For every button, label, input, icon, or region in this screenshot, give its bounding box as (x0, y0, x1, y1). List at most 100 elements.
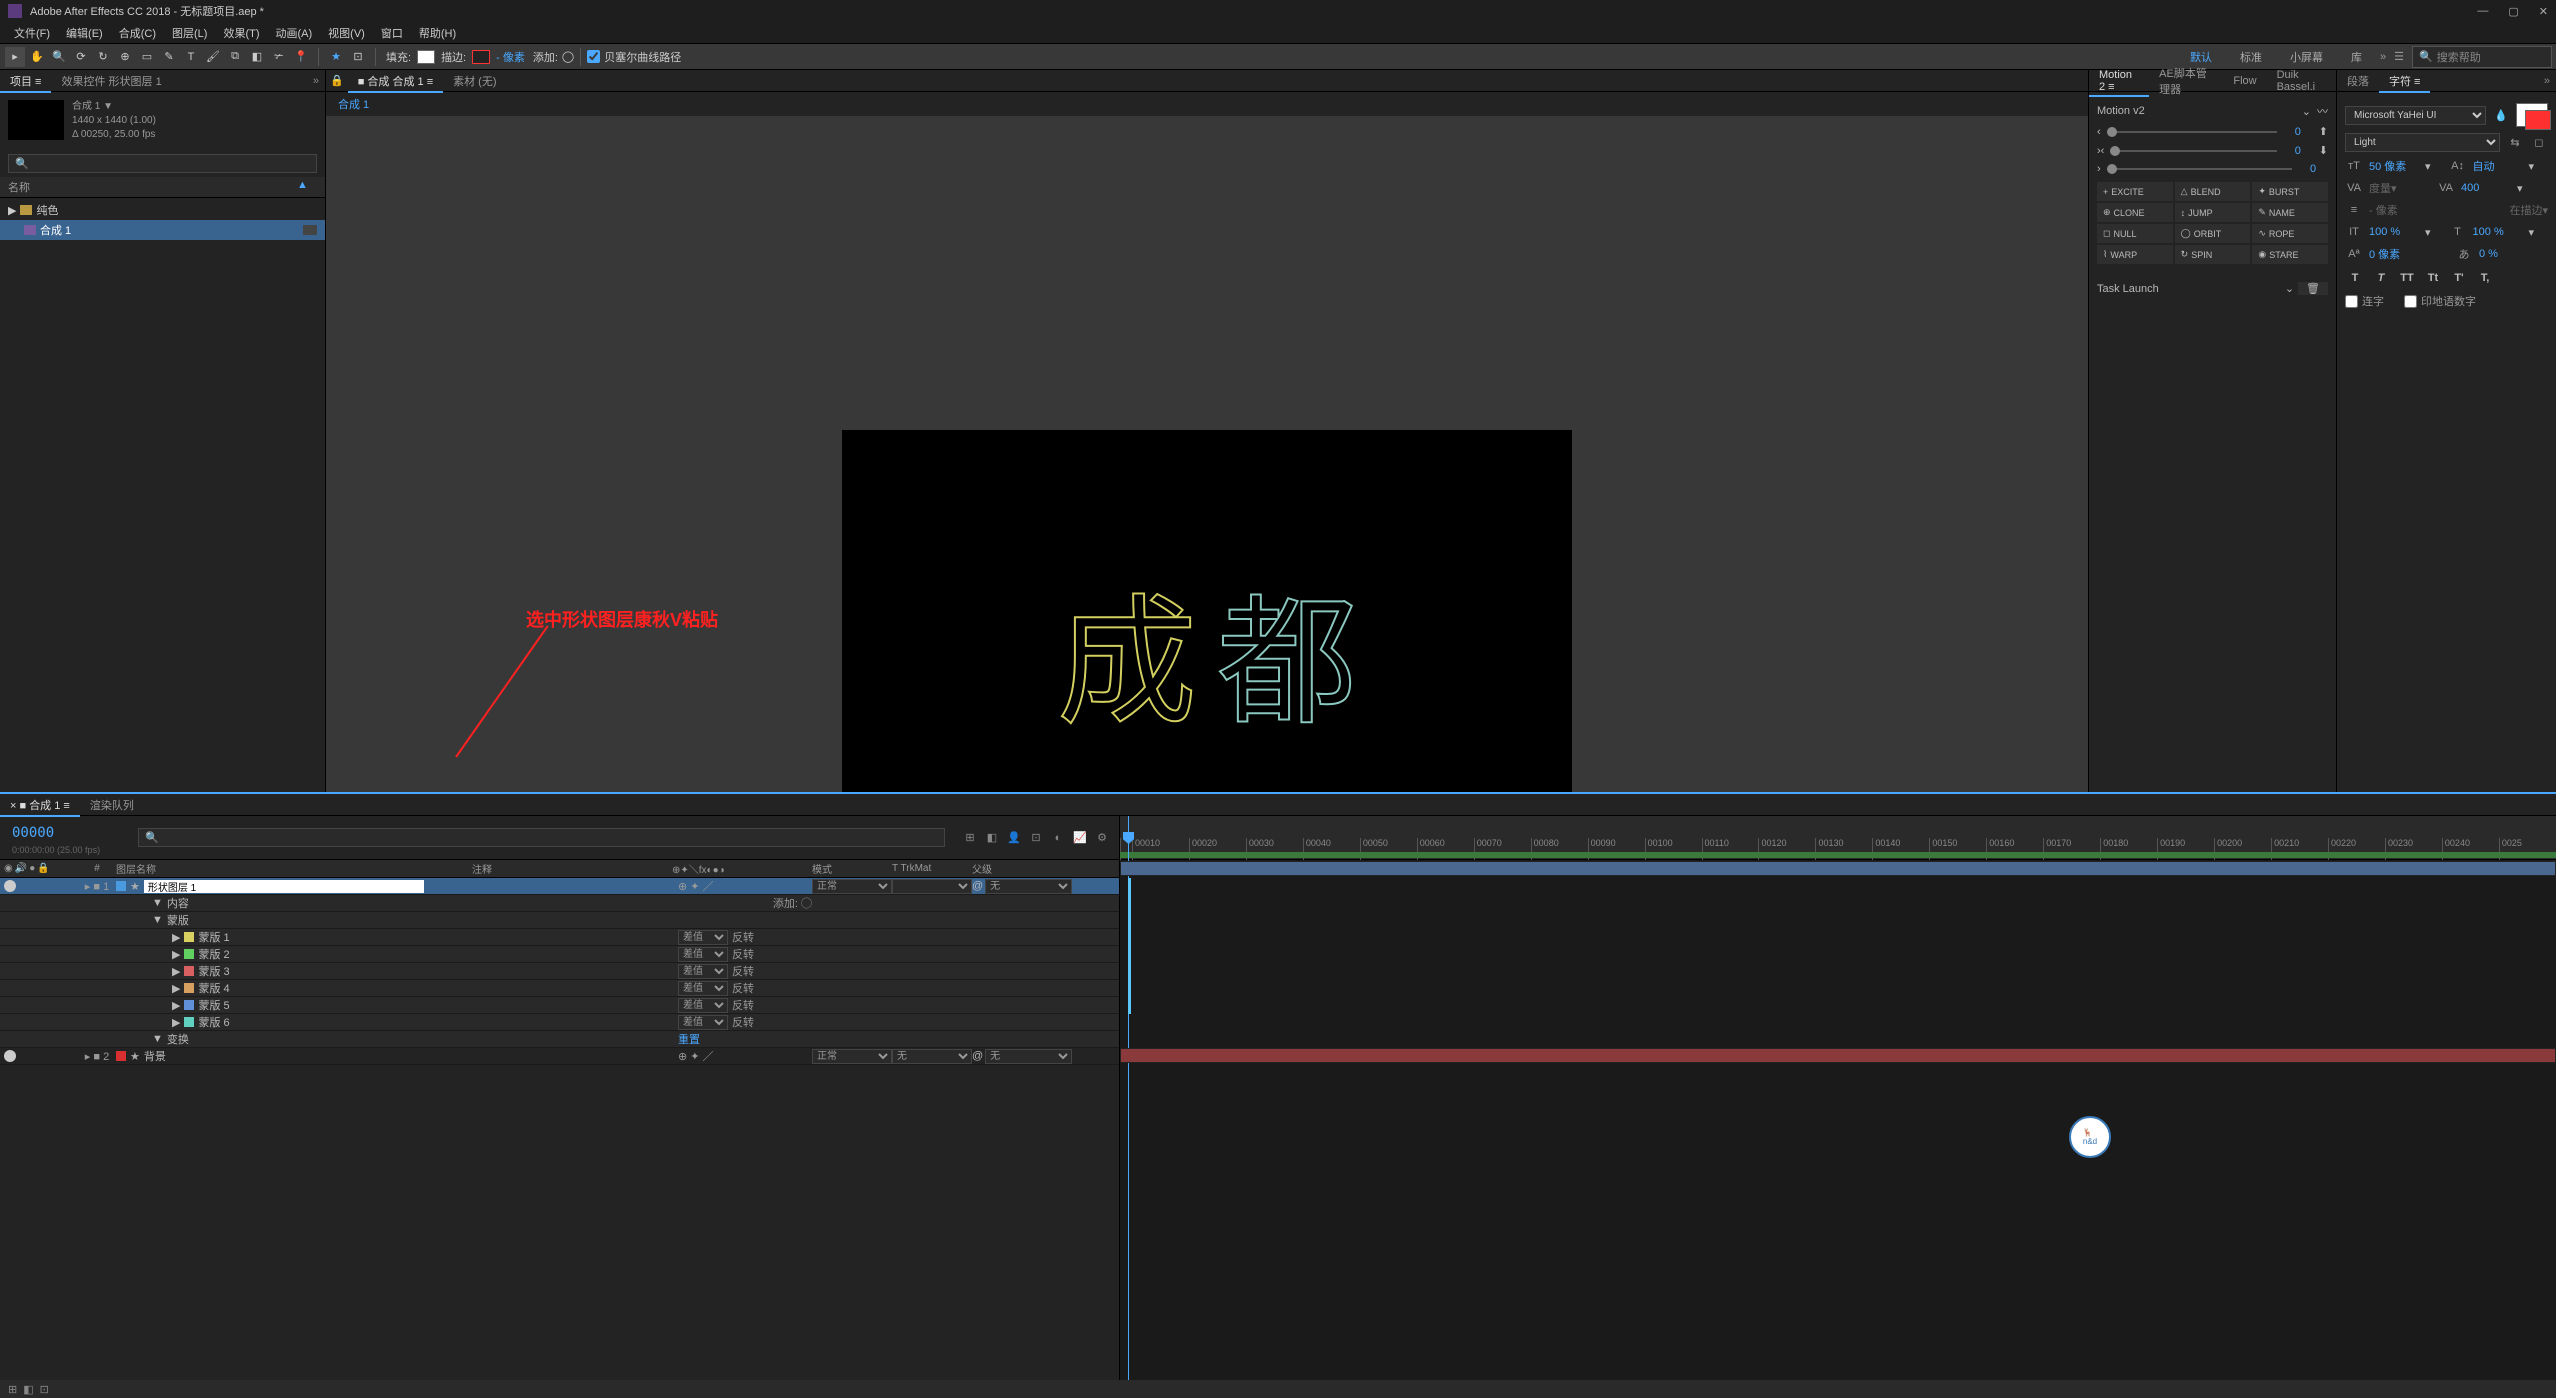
leading-dropdown[interactable]: ▾ (2529, 160, 2535, 173)
motion-wave-icon[interactable]: 〰 (2317, 103, 2328, 119)
add-button[interactable]: ◯ (562, 50, 574, 63)
layer-name-cell[interactable]: ▼变换 (112, 1031, 472, 1047)
anchor-icon[interactable]: ⬇ (2319, 144, 2328, 157)
col-audio[interactable]: 🔊 (15, 863, 27, 874)
disclosure[interactable]: ▶ (172, 948, 180, 961)
prev-icon[interactable]: ›‹ (2097, 145, 2104, 157)
superscript-button[interactable]: T' (2449, 269, 2469, 287)
tool-rotate[interactable]: ↻ (93, 47, 113, 67)
draft3d-icon[interactable]: ◧ (983, 830, 1001, 846)
menu-edit[interactable]: 编辑(E) (60, 23, 109, 43)
invert-label[interactable]: 反转 (732, 963, 754, 979)
hindi-check[interactable]: 印地语数字 (2404, 291, 2476, 311)
workspace-library[interactable]: 库 (2341, 47, 2372, 67)
layer-row[interactable]: ▼蒙版 (0, 912, 1119, 929)
leading[interactable]: 自动 (2473, 158, 2523, 174)
close-button[interactable]: ✕ (2539, 5, 2548, 18)
eyedropper-icon[interactable]: 💧 (2492, 107, 2510, 123)
disclosure[interactable]: ▼ (152, 914, 163, 926)
menu-animation[interactable]: 动画(A) (270, 23, 319, 43)
prev-icon[interactable]: ‹ (2097, 126, 2101, 138)
color-chip[interactable] (184, 966, 194, 976)
col-type-icon[interactable]: ▲ (297, 179, 317, 195)
px-label[interactable]: - 像素 (496, 49, 525, 65)
invert-label[interactable]: 反转 (732, 997, 754, 1013)
track-matte[interactable]: 无 (892, 1049, 972, 1064)
workspace-menu[interactable]: ☰ (2394, 50, 2404, 63)
project-comp-item[interactable]: 合成 1 (0, 220, 325, 240)
col-solo[interactable]: ● (29, 863, 35, 874)
invert-label[interactable]: 反转 (732, 946, 754, 962)
slider-1-val[interactable]: 0 (2283, 126, 2313, 138)
tool-hand[interactable]: ✋ (27, 47, 47, 67)
pickwhip-icon[interactable]: @ (972, 880, 983, 892)
btn-burst[interactable]: ✦ BURST (2252, 182, 2328, 201)
col-lock[interactable]: 🔒 (37, 863, 49, 874)
layer-name-cell[interactable]: ▶蒙版 2 (112, 946, 472, 962)
col-trkmat[interactable]: T TrkMat (892, 863, 972, 874)
tool-orbit[interactable]: ⟳ (71, 47, 91, 67)
disclosure-icon[interactable]: ▶ (8, 204, 16, 217)
layer-name-cell[interactable]: ★背景 (112, 1048, 472, 1064)
disclosure[interactable]: ▼ (152, 897, 163, 909)
workspace-standard[interactable]: 标准 (2230, 47, 2272, 67)
layer-bar-1[interactable] (1120, 861, 2556, 876)
stroke-width[interactable]: - 像素 (2369, 202, 2419, 218)
tool-roto[interactable]: ✃ (269, 47, 289, 67)
tool-puppet[interactable]: 📍 (291, 47, 311, 67)
bezier-checkbox[interactable] (587, 50, 600, 63)
hindi-checkbox[interactable] (2404, 295, 2417, 308)
vscale-dropdown[interactable]: ▾ (2425, 226, 2431, 239)
btn-warp[interactable]: ⌇ WARP (2097, 245, 2173, 264)
font-select[interactable]: Microsoft YaHei UI (2345, 106, 2486, 125)
layer-name-cell[interactable]: ▶蒙版 1 (112, 929, 472, 945)
ligature-check[interactable]: 连字 (2345, 291, 2384, 311)
menu-composition[interactable]: 合成(C) (113, 23, 162, 43)
menu-view[interactable]: 视图(V) (322, 23, 371, 43)
layer-name-input[interactable] (144, 880, 424, 893)
color-chip[interactable] (184, 983, 194, 993)
col-mode[interactable]: 模式 (812, 861, 892, 876)
tool-text[interactable]: T (181, 47, 201, 67)
key-marker[interactable] (1128, 878, 1131, 1014)
btn-name[interactable]: ✎ NAME (2252, 203, 2328, 222)
color-chip[interactable] (116, 881, 126, 891)
font-size[interactable]: 50 像素 (2369, 158, 2419, 174)
tab-footage[interactable]: 素材 (无) (443, 70, 506, 92)
layer-name-cell[interactable]: ▶蒙版 3 (112, 963, 472, 979)
btn-orbit[interactable]: ◯ ORBIT (2175, 224, 2251, 243)
mask-mode[interactable]: 差值 (678, 964, 728, 979)
col-comment[interactable]: 注释 (472, 861, 672, 876)
color-chip[interactable] (116, 1051, 126, 1061)
btn-spin[interactable]: ↻ SPIN (2175, 245, 2251, 264)
stroke-icon[interactable]: ◻ (2530, 135, 2548, 151)
disclosure[interactable]: ▶ (172, 982, 180, 995)
tab-duik[interactable]: Duik Bassel.i (2267, 66, 2336, 96)
tab-paragraph[interactable]: 段落 (2337, 70, 2379, 92)
tool-anchor[interactable]: ⊕ (115, 47, 135, 67)
tool-selection[interactable]: ▸ (5, 47, 25, 67)
layer-name-cell[interactable]: ▶蒙版 4 (112, 980, 472, 996)
hscale-dropdown[interactable]: ▾ (2529, 226, 2535, 239)
btn-excite[interactable]: + EXCITE (2097, 182, 2173, 201)
minimize-button[interactable]: — (2477, 5, 2488, 18)
tracking-dropdown[interactable]: ▾ (2517, 182, 2523, 195)
tool-eraser[interactable]: ◧ (247, 47, 267, 67)
timeline-search[interactable]: 🔍 (138, 828, 945, 847)
menu-help[interactable]: 帮助(H) (413, 23, 462, 43)
tab-effect-controls[interactable]: 效果控件 形状图层 1 (51, 70, 171, 92)
kerning[interactable]: 度量▾ (2369, 180, 2419, 196)
tool-pen[interactable]: ✎ (159, 47, 179, 67)
layer-row[interactable]: ▶蒙版 6差值 反转 (0, 1014, 1119, 1031)
graph-editor-icon[interactable]: 📈 (1071, 830, 1089, 846)
col-parent[interactable]: 父级 (972, 861, 1052, 876)
color-chip[interactable] (184, 1017, 194, 1027)
panel-menu[interactable]: » (307, 75, 325, 87)
mask-mode[interactable]: 差值 (678, 1015, 728, 1030)
parent-select[interactable]: 无 (985, 1049, 1072, 1064)
task-delete[interactable]: 🗑 (2298, 282, 2328, 295)
subscript-button[interactable]: T, (2475, 269, 2495, 287)
slider-2[interactable] (2110, 150, 2276, 152)
layer-name-cell[interactable]: ▶蒙版 5 (112, 997, 472, 1013)
layer-name-cell[interactable]: ▼蒙版 (112, 912, 472, 928)
